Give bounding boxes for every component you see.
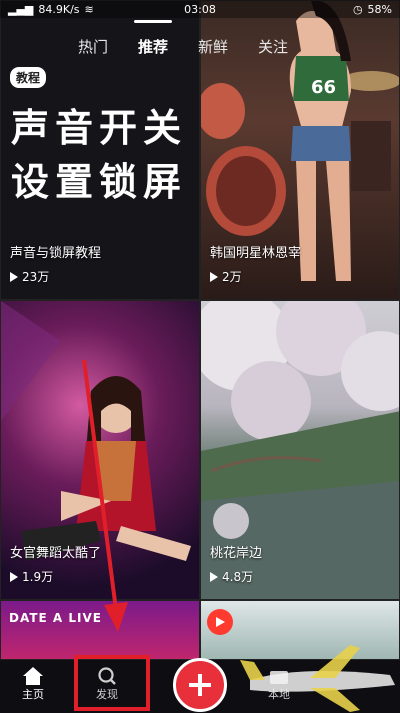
view-count-value: 2万 — [222, 270, 242, 284]
view-count: 1.9万 — [10, 568, 53, 585]
tab-follow[interactable]: 关注 — [258, 36, 288, 57]
cover-text-line1: 声音开关 — [11, 106, 188, 150]
video-title: 女官舞蹈太酷了 — [10, 546, 102, 561]
airplane-watermark-icon — [240, 645, 395, 712]
nav-home-label: 主页 — [22, 688, 44, 701]
view-count-value: 23万 — [22, 270, 50, 284]
play-icon — [210, 571, 218, 582]
video-app-logo-icon — [207, 609, 233, 635]
clock: 03:08 — [184, 2, 216, 16]
battery-percent: 58% — [367, 2, 392, 16]
signal-icon: ▂▄▆ — [8, 2, 34, 16]
video-title: 韩国明星林恩宰 — [210, 246, 302, 261]
status-right: ◷ 58% — [353, 3, 392, 16]
video-card-performer[interactable]: 女官舞蹈太酷了 1.9万 — [0, 300, 200, 600]
wifi-icon: ≋ — [84, 2, 94, 16]
view-count-value: 4.8万 — [222, 570, 254, 584]
view-count-value: 1.9万 — [22, 570, 54, 584]
view-count: 2万 — [210, 268, 242, 285]
play-icon — [10, 571, 18, 582]
play-icon — [10, 271, 18, 282]
top-tabs: 热门 推荐 新鲜 关注 — [78, 20, 288, 57]
video-grid: 教程 声音开关 设置锁屏 声音与锁屏教程 23万 66 韩国明星林恩宰 2万 女… — [0, 0, 400, 660]
video-card-anime[interactable]: DATE A LIVE — [0, 600, 200, 660]
alarm-icon: ◷ — [352, 2, 363, 16]
anime-caption: DATE A LIVE — [9, 611, 102, 625]
tab-hot[interactable]: 热门 — [78, 36, 108, 57]
play-icon — [210, 271, 218, 282]
video-title: 桃花岸边 — [210, 546, 263, 561]
status-bar: ▂▄▆ 84.9K/s ≋ 03:08 ◷ 58% — [0, 0, 400, 18]
discover-highlight-box — [74, 655, 150, 711]
video-title: 声音与锁屏教程 — [10, 246, 102, 261]
home-icon — [23, 667, 43, 685]
tutorial-badge: 教程 — [10, 67, 47, 88]
view-count: 23万 — [10, 268, 49, 285]
view-count: 4.8万 — [210, 568, 253, 585]
video-card-cherry-blossom[interactable]: 桃花岸边 4.8万 — [200, 300, 400, 600]
svg-text:66: 66 — [311, 77, 336, 98]
status-left: ▂▄▆ 84.9K/s ≋ — [8, 3, 94, 16]
nav-home[interactable]: 主页 — [22, 666, 44, 702]
network-speed: 84.9K/s — [38, 2, 80, 16]
add-video-button[interactable] — [173, 658, 227, 712]
cover-text-line2: 设置锁屏 — [11, 160, 188, 204]
tab-fresh[interactable]: 新鲜 — [198, 36, 228, 57]
plus-icon — [189, 674, 211, 696]
tab-recommend[interactable]: 推荐 — [134, 20, 173, 57]
